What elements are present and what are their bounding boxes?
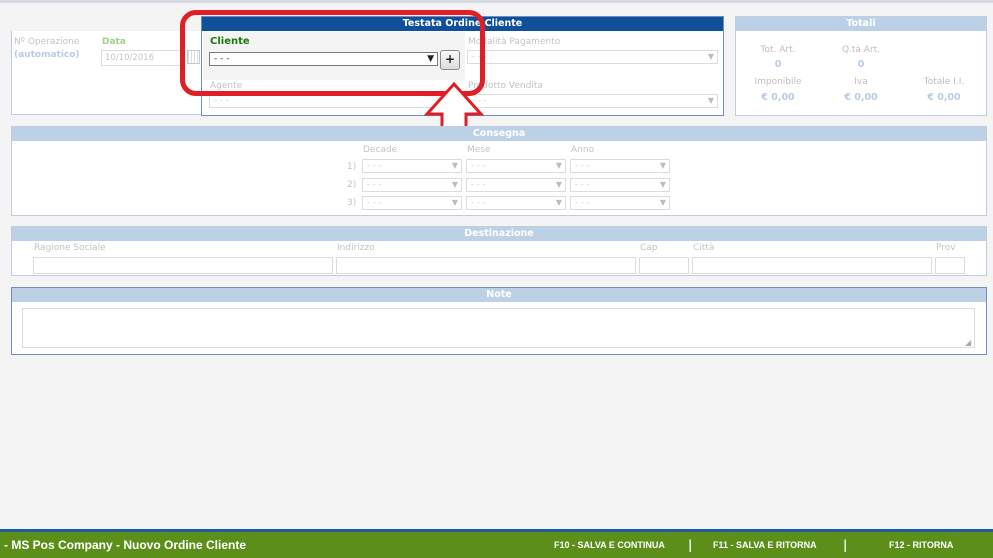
chevron-down-icon: ▼: [555, 161, 562, 170]
operazione-value: (automatico): [14, 50, 80, 60]
agente-value: - - -: [214, 96, 229, 106]
row-3-num: 3): [347, 198, 357, 208]
mese-value-2: - - -: [471, 180, 486, 190]
mese-select-1[interactable]: - - - ▼: [466, 159, 566, 173]
chevron-down-icon: ▼: [451, 180, 458, 189]
qta-art-label: Q.tà Art.: [841, 45, 881, 55]
mese-header: Mese: [467, 145, 491, 155]
data-field[interactable]: 10/10/2016: [101, 50, 185, 66]
anno-select-2[interactable]: - - - ▼: [570, 178, 670, 192]
decade-value-3: - - -: [367, 198, 382, 208]
note-textarea[interactable]: [22, 308, 975, 348]
top-border: [0, 0, 993, 3]
resize-handle-icon[interactable]: ◢: [965, 338, 971, 347]
f12-return-button[interactable]: F12 - RITORNA: [889, 540, 953, 550]
chevron-down-icon: ▼: [555, 180, 562, 189]
decade-select-2[interactable]: - - - ▼: [362, 178, 462, 192]
anno-header: Anno: [571, 145, 595, 155]
modalita-select[interactable]: - - - ▼: [467, 50, 718, 64]
f11-save-return-button[interactable]: F11 - SALVA E RITORNA: [713, 540, 817, 550]
iva-value: € 0,00: [844, 92, 878, 103]
mese-select-3[interactable]: - - - ▼: [466, 196, 566, 210]
totale-value: € 0,00: [927, 92, 961, 103]
cap-label: Cap: [640, 243, 658, 253]
mese-value-3: - - -: [471, 198, 486, 208]
chevron-down-icon: ▼: [659, 161, 666, 170]
f10-save-continue-button[interactable]: F10 - SALVA E CONTINUA: [554, 540, 665, 550]
anno-value-1: - - -: [575, 161, 590, 171]
footer-bar: - MS Pos Company - Nuovo Ordine Cliente …: [0, 529, 993, 558]
prov-label: Prov: [936, 243, 956, 253]
tot-art-label: Tot. Art.: [760, 45, 796, 55]
citta-label: Città: [693, 243, 715, 253]
imponibile-value: € 0,00: [761, 92, 795, 103]
anno-select-3[interactable]: - - - ▼: [570, 196, 670, 210]
prodotto-select[interactable]: - - - ▼: [467, 94, 718, 108]
cap-input[interactable]: [639, 257, 689, 274]
chevron-down-icon: ▼: [451, 161, 458, 170]
data-value: 10/10/2016: [105, 53, 154, 63]
totali-title: Totali: [736, 17, 986, 31]
decade-select-1[interactable]: - - - ▼: [362, 159, 462, 173]
consegna-title: Consegna: [12, 127, 986, 141]
footer-title: - MS Pos Company - Nuovo Ordine Cliente: [4, 538, 247, 552]
note-title: Note: [12, 288, 986, 302]
footer-separator: |: [843, 538, 848, 552]
iva-label: Iva: [854, 77, 868, 87]
mese-select-2[interactable]: - - - ▼: [466, 178, 566, 192]
decade-value-1: - - -: [367, 161, 382, 171]
chevron-down-icon: ▼: [707, 96, 714, 105]
indirizzo-label: Indirizzo: [337, 243, 375, 253]
prov-input[interactable]: [935, 257, 965, 274]
data-label: Data: [102, 37, 126, 47]
chevron-down-icon: ▼: [451, 198, 458, 207]
row-1-num: 1): [347, 162, 357, 172]
chevron-down-icon: ▼: [659, 180, 666, 189]
mese-value-1: - - -: [471, 161, 486, 171]
chevron-down-icon: ▼: [555, 198, 562, 207]
chevron-down-icon: ▼: [707, 52, 714, 61]
citta-input[interactable]: [692, 257, 932, 274]
decade-header: Decade: [363, 145, 398, 155]
operazione-label: Nº Operazione: [14, 37, 80, 47]
imponibile-label: Imponibile: [754, 77, 802, 87]
anno-select-1[interactable]: - - - ▼: [570, 159, 670, 173]
decade-value-2: - - -: [367, 180, 382, 190]
destinazione-title: Destinazione: [12, 227, 986, 241]
tot-art-value: 0: [774, 59, 782, 70]
ragione-label: Ragione Sociale: [34, 243, 106, 253]
anno-value-3: - - -: [575, 198, 590, 208]
row-2-num: 2): [347, 180, 357, 190]
anno-value-2: - - -: [575, 180, 590, 190]
indirizzo-input[interactable]: [336, 257, 636, 274]
decade-select-3[interactable]: - - - ▼: [362, 196, 462, 210]
totale-label: Totale I.I.: [923, 77, 965, 87]
qta-art-value: 0: [857, 59, 865, 70]
footer-separator: |: [688, 538, 693, 552]
chevron-down-icon: ▼: [659, 198, 666, 207]
ragione-input[interactable]: [33, 257, 333, 274]
